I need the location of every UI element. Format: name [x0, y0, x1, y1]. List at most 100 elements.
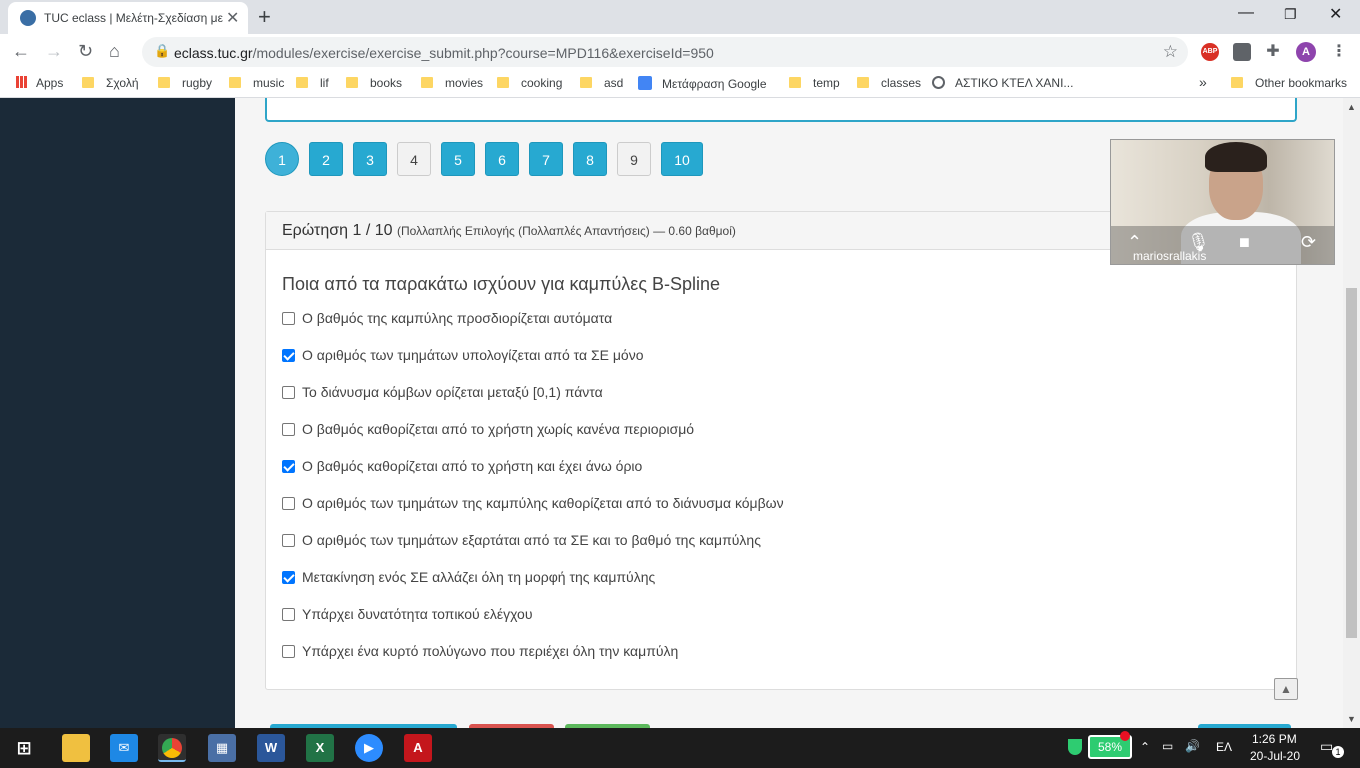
answer-checkbox[interactable]: [282, 571, 295, 584]
scroll-up-icon[interactable]: ▲: [1347, 102, 1356, 112]
share-icon[interactable]: ⟳: [1301, 232, 1316, 253]
bookmarks-overflow-icon[interactable]: »: [1199, 74, 1207, 90]
menu-icon[interactable]: ⋮: [1330, 43, 1348, 61]
answer-checkbox[interactable]: [282, 608, 295, 621]
lock-icon: 🔒: [154, 43, 171, 58]
camera-icon[interactable]: ■: [1239, 232, 1250, 253]
scrollbar-thumb[interactable]: [1346, 288, 1357, 638]
browser-toolbar: ← → ↻ ⌂ 🔒 eclass.tuc.gr/modules/exercise…: [0, 34, 1360, 70]
profile-avatar[interactable]: A: [1296, 42, 1316, 62]
answer-checkbox[interactable]: [282, 423, 295, 436]
bookmark-folder[interactable]: music: [229, 76, 284, 90]
bookmark-other[interactable]: Other bookmarks: [1231, 76, 1347, 90]
previous-field: [265, 98, 1297, 122]
language-indicator[interactable]: ΕΛ: [1216, 740, 1232, 754]
minimize-icon[interactable]: —: [1238, 4, 1254, 22]
page-button-4[interactable]: 4: [397, 142, 431, 176]
folder-icon: [1231, 77, 1243, 88]
page-button-3[interactable]: 3: [353, 142, 387, 176]
browser-titlebar: TUC eclass | Μελέτη-Σχεδίαση με ✕ + — ❐ …: [0, 0, 1360, 34]
answer-checkbox[interactable]: [282, 386, 295, 399]
shield-icon[interactable]: [1068, 739, 1082, 755]
answer-label: Ο αριθμός των τμημάτων της καμπύλης καθο…: [302, 495, 784, 511]
new-tab-button[interactable]: +: [258, 4, 271, 30]
restore-icon[interactable]: ❐: [1284, 6, 1297, 23]
answer-checkbox[interactable]: [282, 460, 295, 473]
folder-icon: [580, 77, 592, 88]
calculator-icon[interactable]: ▦: [208, 734, 236, 762]
page-button-9[interactable]: 9: [617, 142, 651, 176]
bookmark-google-translate[interactable]: Μετάφραση Google: [638, 76, 767, 91]
answer-checkbox[interactable]: [282, 312, 295, 325]
acrobat-icon[interactable]: A: [404, 734, 432, 762]
page-button-10[interactable]: 10: [661, 142, 703, 176]
chevron-up-icon[interactable]: ⌃: [1140, 740, 1150, 754]
answer-checkbox[interactable]: [282, 534, 295, 547]
adblock-icon[interactable]: ABP: [1201, 43, 1219, 61]
bookmark-folder[interactable]: temp: [789, 76, 840, 90]
browser-tab[interactable]: TUC eclass | Μελέτη-Σχεδίαση με ✕: [8, 2, 248, 34]
extensions-puzzle-icon[interactable]: ✚: [1264, 43, 1282, 61]
forward-icon[interactable]: →: [45, 41, 63, 62]
answer-checkbox[interactable]: [282, 349, 295, 362]
video-person-hair: [1205, 142, 1267, 172]
page-button-1[interactable]: 1: [265, 142, 299, 176]
reload-icon[interactable]: ↻: [78, 41, 93, 62]
question-meta: (Πολλαπλής Επιλογής (Πολλαπλές Απαντήσει…: [396, 224, 736, 238]
folder-icon: [229, 77, 241, 88]
windows-start-icon[interactable]: ⊞: [10, 734, 38, 762]
bookmark-folder[interactable]: Σχολή: [82, 76, 139, 90]
network-icon[interactable]: ▭: [1162, 739, 1173, 753]
zoom-icon[interactable]: ▶: [355, 734, 383, 762]
answer-label: Υπάρχει ένα κυρτό πολύγωνο που περιέχει …: [302, 643, 679, 659]
eclass-sidebar: [0, 98, 235, 728]
bookmarks-bar: Apps Σχολή rugby music lif books movies …: [0, 70, 1360, 98]
page-button-6[interactable]: 6: [485, 142, 519, 176]
excel-icon[interactable]: X: [306, 734, 334, 762]
bookmark-apps[interactable]: Apps: [16, 76, 63, 90]
bookmark-folder[interactable]: lif: [296, 76, 329, 90]
answer-checkbox[interactable]: [282, 645, 295, 658]
clock-time[interactable]: 1:26 PM: [1252, 732, 1297, 746]
notification-dot: [1120, 731, 1130, 741]
bookmark-folder[interactable]: rugby: [158, 76, 212, 90]
extension-icon[interactable]: [1233, 43, 1251, 61]
bookmark-folder[interactable]: classes: [857, 76, 921, 90]
address-bar[interactable]: 🔒 eclass.tuc.gr/modules/exercise/exercis…: [142, 37, 1188, 67]
home-icon[interactable]: ⌂: [109, 41, 120, 62]
answer-label: Ο βαθμός καθορίζεται από το χρήστη και έ…: [302, 458, 643, 474]
bookmark-star-icon[interactable]: ☆: [1163, 42, 1178, 62]
scroll-down-icon[interactable]: ▼: [1347, 714, 1356, 724]
question-text: Ποια από τα παρακάτω ισχύουν για καμπύλε…: [282, 274, 721, 294]
page-button-7[interactable]: 7: [529, 142, 563, 176]
answer-label: Ο βαθμός της καμπύλης προσδιορίζεται αυτ…: [302, 310, 613, 326]
file-explorer-icon[interactable]: [62, 734, 90, 762]
mail-icon[interactable]: ✉: [110, 734, 138, 762]
video-call-overlay[interactable]: ⌃ 🎙 ■ ⟳ mariosrallakis: [1110, 139, 1335, 265]
chrome-icon[interactable]: [158, 734, 186, 762]
bookmark-folder[interactable]: books: [346, 76, 402, 90]
answer-checkbox[interactable]: [282, 497, 295, 510]
question-panel: Ερώτηση 1 / 10 (Πολλαπλής Επιλογής (Πολλ…: [265, 211, 1297, 690]
participant-name: mariosrallakis: [1133, 249, 1207, 263]
tab-close-icon[interactable]: ✕: [226, 8, 239, 28]
page-button-8[interactable]: 8: [573, 142, 607, 176]
scroll-top-button[interactable]: ▲: [1274, 678, 1298, 700]
page-button-5[interactable]: 5: [441, 142, 475, 176]
bookmark-folder[interactable]: movies: [421, 76, 483, 90]
folder-icon: [158, 77, 170, 88]
word-icon[interactable]: W: [257, 734, 285, 762]
bookmark-ktel[interactable]: ΑΣΤΙΚΟ ΚΤΕΛ ΧΑΝΙ...: [932, 76, 1073, 90]
clock-date[interactable]: 20-Jul-20: [1250, 749, 1300, 763]
page-scrollbar[interactable]: ▲ ▼: [1343, 98, 1360, 728]
bookmark-folder[interactable]: cooking: [497, 76, 562, 90]
volume-icon[interactable]: 🔊: [1185, 739, 1200, 753]
close-window-icon[interactable]: ✕: [1329, 4, 1342, 24]
page-button-2[interactable]: 2: [309, 142, 343, 176]
notification-count: 1: [1332, 746, 1344, 758]
bookmark-folder[interactable]: asd: [580, 76, 623, 90]
apps-grid-icon: [16, 76, 28, 88]
back-icon[interactable]: ←: [12, 41, 30, 62]
answer-label: Ο αριθμός των τμημάτων υπολογίζεται από …: [302, 347, 644, 363]
google-translate-icon: [638, 76, 652, 90]
